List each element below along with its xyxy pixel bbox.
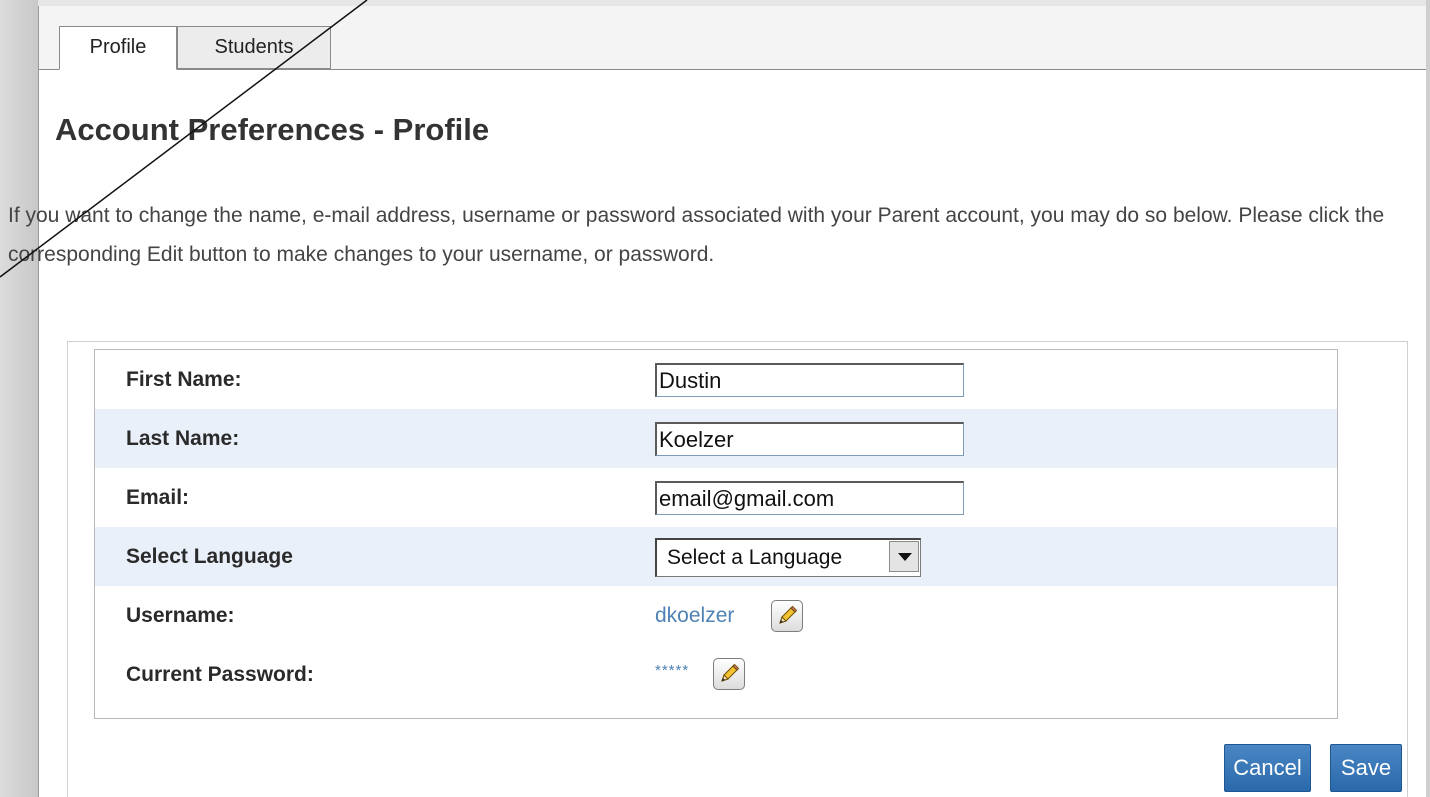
page-title: Account Preferences - Profile [55, 112, 490, 147]
edit-username-pencil-icon[interactable] [771, 600, 803, 632]
password-row: Current Password: ***** [95, 645, 1337, 704]
last-name-input[interactable] [655, 422, 964, 456]
first-name-input[interactable] [655, 363, 964, 397]
save-button[interactable]: Save [1330, 744, 1402, 792]
tab-profile[interactable]: Profile [59, 26, 177, 70]
first-name-row: First Name: [95, 350, 1337, 409]
language-select[interactable]: Select a Language [655, 538, 921, 577]
username-row: Username: dkoelzer [95, 586, 1337, 645]
edit-password-pencil-icon[interactable] [713, 658, 745, 690]
password-label: Current Password: [126, 663, 314, 686]
last-name-row: Last Name: [95, 409, 1337, 468]
tab-students[interactable]: Students [177, 26, 331, 69]
email-input[interactable] [655, 481, 964, 515]
language-select-value: Select a Language [667, 546, 843, 569]
cancel-button[interactable]: Cancel [1224, 744, 1311, 792]
username-label: Username: [126, 604, 235, 627]
tab-bar: Profile Students [39, 6, 1426, 70]
intro-text: If you want to change the name, e-mail a… [8, 204, 1385, 266]
email-row: Email: [95, 468, 1337, 527]
profile-form-table: First Name: Last Name: Email: Select Lan… [94, 349, 1338, 719]
language-row: Select Language Select a Language [95, 527, 1337, 586]
email-label: Email: [126, 486, 190, 509]
main-content: Profile Students Account Preferences - P… [8, 6, 1426, 797]
dropdown-arrow-icon[interactable] [889, 541, 919, 572]
window-frame: Profile Students Account Preferences - P… [0, 0, 1430, 797]
last-name-label: Last Name: [126, 427, 240, 450]
language-label: Select Language [126, 545, 293, 568]
left-side-rail [0, 0, 39, 797]
username-value: dkoelzer [655, 604, 735, 627]
first-name-label: First Name: [126, 368, 242, 391]
right-side-rail [1426, 0, 1430, 797]
password-value: ***** [655, 662, 690, 679]
form-panel: First Name: Last Name: Email: Select Lan… [67, 341, 1408, 797]
